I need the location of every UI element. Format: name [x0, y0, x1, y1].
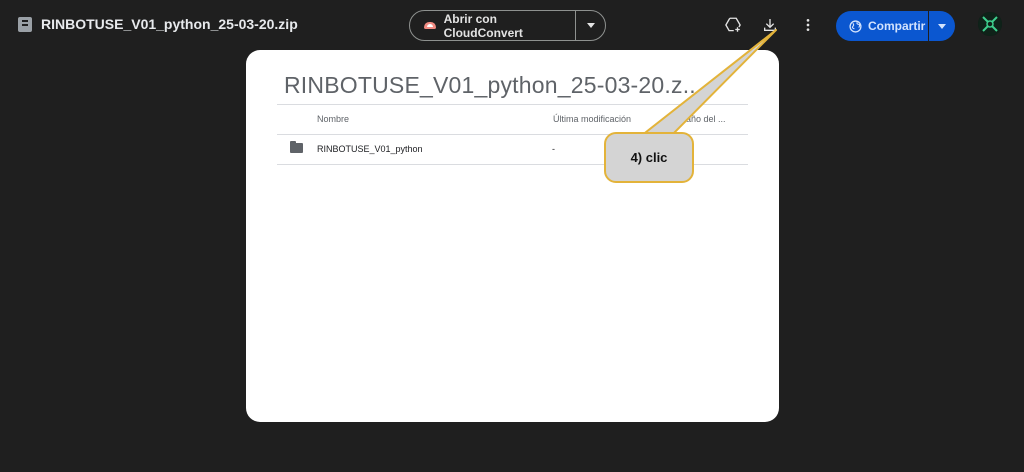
annotation-callout: 4) clic: [604, 132, 694, 183]
callout-text: 4) clic: [630, 150, 668, 165]
callout-pointer: [640, 29, 777, 141]
